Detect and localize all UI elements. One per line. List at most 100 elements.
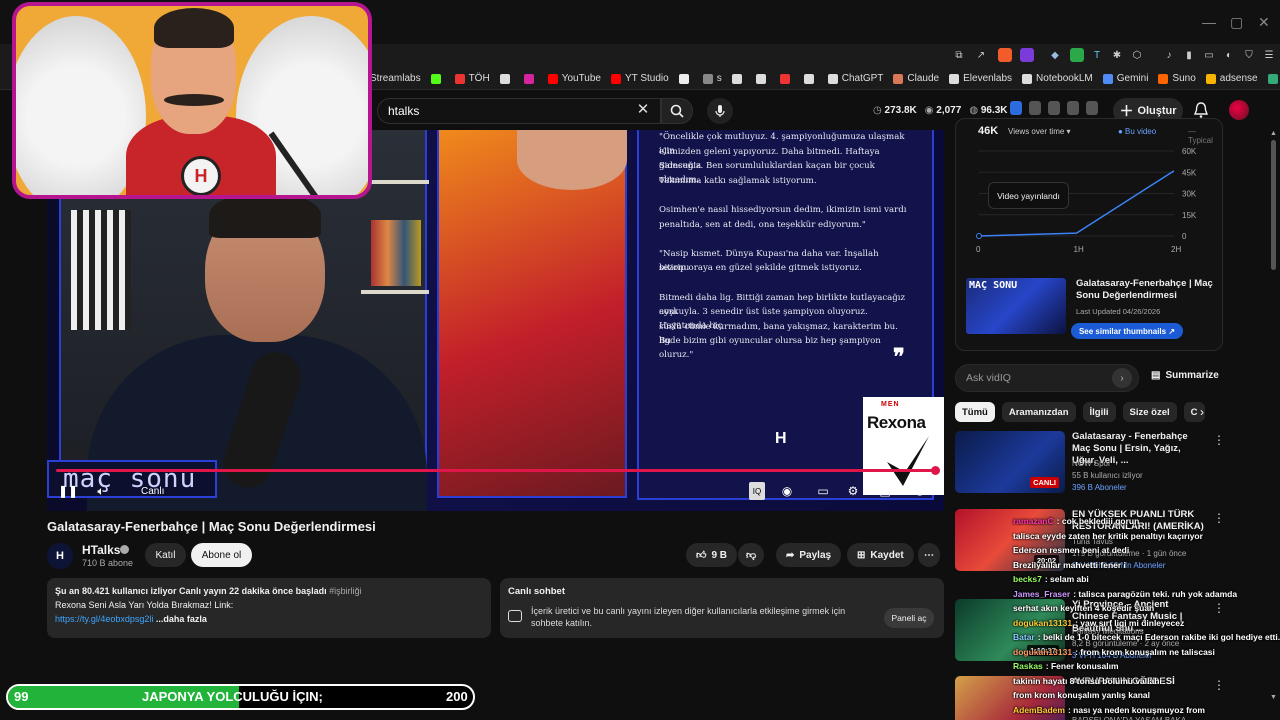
hashtag[interactable]: #işbirliği — [329, 586, 362, 596]
puzzle-icon[interactable]: ✱ — [1110, 48, 1124, 62]
music-icon[interactable]: ♪ — [1162, 48, 1176, 62]
bookmark-item[interactable]: YouTube — [547, 73, 601, 84]
extension-icon[interactable]: ⬡ — [1130, 48, 1144, 62]
views-total: 46K — [978, 125, 999, 137]
bookmark-item[interactable] — [430, 73, 445, 84]
volume-icon[interactable]: 🔈︎ — [93, 482, 109, 500]
filter-chip[interactable]: İlgili — [1082, 402, 1116, 422]
open-link-icon[interactable]: ⧉ — [952, 48, 966, 62]
voice-search-button[interactable] — [707, 98, 733, 124]
search-button[interactable] — [661, 98, 693, 124]
wallet-icon[interactable]: ▭ — [1202, 48, 1216, 62]
list-icon[interactable] — [1029, 101, 1041, 115]
description-link[interactable]: https://ty.gl/4eobxdpsg2li — [55, 614, 153, 624]
live-label[interactable]: Canlı — [141, 486, 164, 497]
progress-bar[interactable] — [56, 469, 932, 472]
chat-message: James_Fraser: talisca paragözün teki. ru… — [1013, 589, 1237, 599]
more-vert-icon[interactable]: ⋮ — [1213, 511, 1225, 525]
bookmark-item[interactable]: Claude — [893, 73, 939, 84]
bookmark-item[interactable]: YT Studio — [610, 73, 669, 84]
subscribe-button[interactable]: Abone ol — [191, 543, 252, 567]
bookmark-item[interactable]: OyEk — [1267, 73, 1280, 84]
more-vert-icon[interactable]: ⋮ — [1213, 433, 1225, 447]
fullscreen-icon[interactable]: ⤡ — [909, 482, 925, 500]
vpn-icon[interactable]: ◐ — [1222, 48, 1236, 62]
recommended-channel[interactable]: NOW Spor — [1072, 459, 1111, 468]
lightbulb-icon[interactable] — [1048, 101, 1060, 115]
bookmark-label: Streamlabs — [370, 73, 421, 84]
chevron-right-icon[interactable]: › — [1200, 405, 1204, 419]
progress-scrubber[interactable] — [931, 466, 940, 475]
share-icon[interactable]: ↗ — [974, 48, 988, 62]
search-input[interactable]: htalks — [377, 98, 661, 124]
bookmark-item[interactable]: s — [702, 73, 722, 84]
filter-chip[interactable]: Aramanızdan — [1001, 402, 1076, 422]
bookmark-item[interactable]: NotebookLM — [1022, 73, 1093, 84]
summarize-icon: ▤ — [1151, 370, 1161, 381]
sidebar-icon[interactable]: ▮ — [1182, 48, 1196, 62]
dislike-button[interactable]: 👎︎ — [738, 543, 765, 567]
settings-icon[interactable]: ⚙ — [845, 482, 861, 500]
subtitles-icon[interactable]: ▭ — [815, 482, 831, 500]
maximize-icon[interactable]: ▢ — [1230, 14, 1243, 31]
show-more[interactable]: ...daha fazla — [156, 614, 207, 624]
bookmark-item[interactable] — [803, 73, 818, 84]
bookmark-item[interactable]: ChatGPT — [827, 73, 883, 84]
bell-icon[interactable] — [1192, 101, 1210, 119]
bookmark-item[interactable]: adsense — [1205, 73, 1258, 84]
open-panel-button[interactable]: Paneli aç — [884, 608, 934, 628]
bookmark-item[interactable] — [499, 73, 514, 84]
menu-icon[interactable]: ☰ — [1262, 48, 1276, 62]
pause-icon[interactable]: ❚❚ — [58, 482, 78, 500]
scroll-up-icon[interactable]: ▲ — [1270, 130, 1277, 137]
brave-shield-icon[interactable] — [998, 48, 1012, 62]
save-button[interactable]: ⊞ Kaydet — [847, 543, 914, 567]
thumbnail-preview[interactable]: MAÇ SONU — [966, 278, 1066, 334]
bookmark-item[interactable] — [523, 73, 538, 84]
watch-stats: Şu an 80.421 kullanıcı izliyor Canlı yay… — [55, 586, 327, 596]
bookmark-item[interactable]: TÖH — [454, 73, 490, 84]
like-button[interactable]: 👍︎ 9 B — [686, 543, 738, 567]
extension-icon[interactable]: ◆ — [1048, 48, 1062, 62]
summarize-button[interactable]: ▤ Summarize — [1151, 370, 1219, 381]
recommended-video[interactable]: Galatasaray - Fenerbahçe Maç Sonu | Ersi… — [955, 431, 1225, 501]
join-button[interactable]: Katıl — [145, 543, 186, 567]
similar-thumbnails-button[interactable]: See similar thumbnails ↗ — [1071, 323, 1183, 339]
more-vert-icon[interactable]: ⋮ — [1213, 678, 1225, 692]
channel-avatar[interactable]: H — [47, 543, 73, 569]
subscribers-icon: ◍ — [969, 104, 981, 116]
scroll-down-icon[interactable]: ▼ — [1270, 694, 1277, 701]
vidiq-player-icon[interactable]: IQ — [749, 482, 765, 500]
channel-name[interactable]: HTalks — [82, 543, 120, 557]
bookmark-item[interactable]: Suno — [1158, 73, 1196, 84]
scrollbar-thumb[interactable] — [1271, 140, 1276, 270]
description-box[interactable]: Şu an 80.421 kullanıcı izliyor Canlı yay… — [47, 578, 491, 638]
extension-icon[interactable]: T — [1090, 48, 1104, 62]
account-avatar[interactable] — [1229, 100, 1249, 120]
vidiq-icon[interactable] — [1010, 101, 1022, 115]
shield-icon[interactable]: ⛉ — [1242, 48, 1256, 62]
views-range-dropdown[interactable]: Views over time ▾ — [1008, 127, 1071, 136]
filter-chip[interactable]: Tümü — [955, 402, 995, 422]
autoplay-icon[interactable]: ◉ — [779, 482, 795, 500]
bookmark-item[interactable] — [678, 73, 693, 84]
bookmark-item[interactable] — [779, 73, 794, 84]
filter-chip[interactable]: Size özel — [1122, 402, 1177, 422]
sparkle-icon[interactable] — [1086, 101, 1098, 115]
miniplayer-icon[interactable]: ▣ — [877, 482, 893, 500]
extension-icon[interactable] — [1070, 48, 1084, 62]
close-window-icon[interactable]: ✕ — [1258, 14, 1270, 31]
tag-icon[interactable] — [1067, 101, 1079, 115]
send-arrow-icon[interactable]: › — [1112, 368, 1132, 388]
more-vert-icon[interactable]: ⋮ — [1213, 601, 1225, 615]
rewards-icon[interactable] — [1020, 48, 1034, 62]
bookmark-item[interactable]: Elevenlabs — [949, 73, 1012, 84]
share-button[interactable]: ➦ Paylaş — [776, 543, 842, 567]
bookmark-item[interactable] — [755, 73, 770, 84]
bookmark-item[interactable] — [731, 73, 746, 84]
quote-line: bitirip oraya en güzel şekilde gitmek is… — [659, 263, 862, 274]
clear-search-icon[interactable]: ✕ — [634, 101, 652, 119]
more-actions-button[interactable]: ⋯ — [918, 543, 940, 567]
bookmark-item[interactable]: Gemini — [1102, 73, 1148, 84]
minimize-icon[interactable]: — — [1202, 14, 1216, 30]
